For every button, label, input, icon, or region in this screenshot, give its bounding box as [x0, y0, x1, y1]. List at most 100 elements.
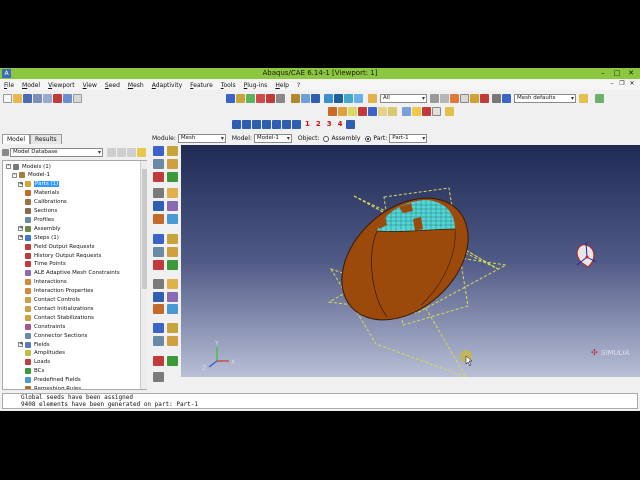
pick-icon[interactable] [63, 93, 72, 103]
tree-item[interactable]: + Fields [18, 340, 50, 349]
mesh-tool-icon[interactable] [153, 372, 164, 382]
tree-item[interactable]: Field Output Requests [18, 242, 95, 251]
render-mode-icon[interactable] [492, 93, 501, 103]
collapse-icon[interactable] [127, 148, 136, 157]
right-view-icon[interactable] [262, 119, 271, 129]
expand-toggle-icon[interactable]: + [18, 235, 23, 241]
tree-item[interactable]: Sections [18, 207, 57, 216]
tree-item[interactable]: Contact Stabilizations [18, 313, 94, 322]
translucency-icon[interactable] [348, 106, 357, 116]
front-view-icon[interactable] [232, 119, 241, 129]
layer-icon[interactable] [445, 106, 454, 116]
perspective-icon[interactable] [301, 93, 310, 103]
save-icon[interactable] [23, 93, 32, 103]
tab-model[interactable]: Model [2, 134, 31, 144]
color-code-icon[interactable] [470, 93, 479, 103]
collapse-toggle-icon[interactable]: - [6, 164, 11, 169]
tree-help-icon[interactable] [137, 148, 146, 157]
module-select[interactable]: Mesh [177, 134, 226, 143]
mesh-tool-icon[interactable] [153, 279, 164, 289]
selection-arrow-icon[interactable] [368, 93, 377, 103]
render-wireframe-icon[interactable] [311, 93, 320, 103]
tree-item[interactable]: Contact Initializations [18, 304, 94, 313]
menu-file[interactable]: File [4, 82, 14, 89]
menu-viewport[interactable]: Viewport [48, 82, 75, 89]
coordinate-icon[interactable] [358, 106, 367, 116]
left-view-icon[interactable] [252, 119, 261, 129]
menu-model[interactable]: Model [22, 82, 40, 89]
mesh-display-icon[interactable] [354, 93, 363, 103]
auto-fit-icon[interactable] [266, 93, 275, 103]
view-3-button[interactable]: 3 [327, 120, 332, 128]
mesh-tool-icon[interactable] [153, 292, 164, 302]
tree-item[interactable]: Contact Controls [18, 296, 80, 305]
mesh-tool-icon[interactable] [153, 234, 164, 244]
mesh-tool-icon[interactable] [167, 159, 178, 169]
view-2-button[interactable]: 2 [316, 120, 321, 128]
mesh-tool-icon[interactable] [153, 188, 164, 198]
mesh-tool-icon[interactable] [167, 279, 178, 289]
bottom-view-icon[interactable] [282, 119, 291, 129]
expand-toggle-icon[interactable]: + [18, 181, 23, 187]
collapse-toggle-icon[interactable]: - [12, 172, 17, 178]
selection-options-icon[interactable] [450, 93, 459, 103]
view-1-button[interactable]: 1 [305, 120, 310, 128]
mesh-tool-icon[interactable] [167, 214, 178, 224]
mesh-tool-icon[interactable] [167, 323, 178, 333]
tree-item[interactable]: Constraints [18, 322, 65, 331]
mesh-tool-icon[interactable] [153, 214, 164, 224]
tree-scrollbar[interactable] [140, 161, 147, 389]
view-options-icon[interactable] [345, 119, 355, 129]
menu-view[interactable]: View [83, 82, 97, 89]
menu-adaptivity[interactable]: Adaptivity [152, 82, 182, 89]
selection-filter-select[interactable]: All [380, 93, 427, 103]
tree-item[interactable]: - Models (1) [6, 162, 51, 171]
viewport[interactable]: Y X Z ✣ SIMULIA [181, 145, 640, 377]
tree-item[interactable]: Loads [18, 358, 50, 367]
tree-item[interactable]: Predefined Fields [18, 376, 81, 385]
assembly-radio[interactable] [323, 135, 330, 142]
model-database-select[interactable]: Model Database [10, 148, 103, 157]
viewport-restore-icon[interactable]: ❐ [617, 80, 627, 87]
shaded-icon[interactable] [324, 93, 333, 103]
part-radio[interactable] [365, 135, 372, 142]
viewport-canvas[interactable]: Y X Z ✣ SIMULIA [181, 145, 640, 377]
part-select[interactable]: Part-1 [389, 134, 428, 143]
open-icon[interactable] [13, 93, 22, 103]
mesh-tool-icon[interactable] [153, 146, 164, 156]
tree-item[interactable]: Profiles [18, 215, 54, 224]
menu-feature[interactable]: Feature [190, 82, 213, 89]
new-icon[interactable] [3, 93, 12, 103]
tree-item[interactable]: Time Points [18, 260, 66, 269]
image-icon[interactable] [378, 106, 387, 116]
maximize-icon[interactable]: □ [610, 68, 624, 79]
mesh-tool-icon[interactable] [153, 172, 164, 182]
cascade-icon[interactable] [422, 106, 431, 116]
rotate-icon[interactable] [236, 93, 245, 103]
hidden-line-icon[interactable] [334, 93, 343, 103]
tree-item[interactable]: Interaction Properties [18, 287, 93, 296]
model-tree-icon[interactable] [53, 93, 62, 103]
tree-item[interactable]: Materials [18, 189, 59, 198]
expand-toggle-icon[interactable]: + [18, 226, 23, 232]
menu-seed[interactable]: Seed [105, 82, 120, 89]
tree-scroll-thumb[interactable] [142, 169, 147, 289]
menu-plugins[interactable]: Plug-ins [244, 82, 268, 89]
tile-icon[interactable] [412, 106, 421, 116]
mesh-tool-icon[interactable] [153, 260, 164, 270]
filled-icon[interactable] [344, 93, 353, 103]
query-icon[interactable] [73, 93, 82, 103]
tree-item[interactable]: - Model-1 [12, 171, 50, 180]
viewport-close-icon[interactable]: ✕ [627, 80, 637, 87]
mesh-tool-icon[interactable] [153, 336, 164, 346]
model-select[interactable]: Model-1 [253, 134, 292, 143]
display-group-select[interactable]: Mesh defaults [514, 93, 576, 103]
mesh-tool-icon[interactable] [153, 247, 164, 257]
tree-item[interactable]: + Steps (1) [18, 233, 59, 242]
mesh-tool-icon[interactable] [167, 292, 178, 302]
mesh-tool-icon[interactable] [167, 201, 178, 211]
viewport-minimize-icon[interactable]: – [607, 80, 617, 87]
color-mapping-icon[interactable] [480, 93, 489, 103]
tree-item[interactable]: + Parts (1) [18, 180, 60, 189]
tree-item[interactable]: Interactions [18, 278, 67, 287]
